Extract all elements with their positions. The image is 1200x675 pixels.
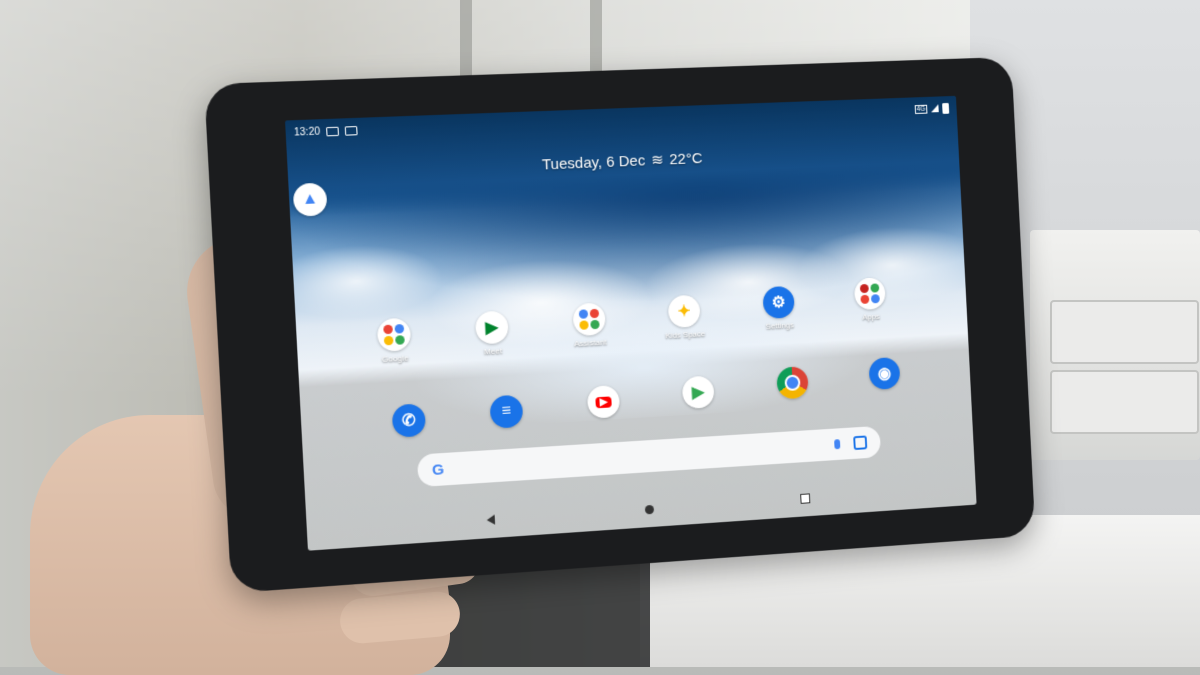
assistant-icon xyxy=(572,302,606,336)
app-google-folder[interactable]: Google xyxy=(362,317,426,365)
lens-icon[interactable] xyxy=(853,435,867,450)
glance-temperature[interactable]: 22°C xyxy=(669,150,703,168)
meet-icon: ▶ xyxy=(475,310,509,344)
youtube-icon: ▶ xyxy=(587,385,621,419)
tablet-device: 13:20 4G Tuesday, 6 Dec ≋ 22°C ▲ Google … xyxy=(204,57,1035,593)
app-assistant[interactable]: Assistant xyxy=(558,302,620,349)
google-logo-icon: G xyxy=(432,461,445,479)
glance-date[interactable]: Tuesday, 6 Dec xyxy=(542,152,646,173)
dock-camera[interactable]: ◉ xyxy=(855,356,914,391)
apps-folder-icon xyxy=(854,277,886,310)
app-meet[interactable]: ▶ Meet xyxy=(461,310,524,358)
dock-messages[interactable]: ≡ xyxy=(475,394,537,430)
gmail-icon xyxy=(345,126,358,136)
cabinet-drawer xyxy=(1050,370,1199,434)
app-apps-folder[interactable]: Apps xyxy=(840,277,900,323)
messages-icon: ≡ xyxy=(489,395,523,429)
network-type: 4G xyxy=(914,104,927,113)
recents-icon[interactable] xyxy=(800,493,810,504)
cabinet-drawer xyxy=(1050,300,1199,364)
dock-play-store[interactable]: ▶ xyxy=(668,375,729,410)
dock-chrome[interactable] xyxy=(763,365,823,400)
weather-icon: ≋ xyxy=(651,151,664,169)
play-store-icon: ▶ xyxy=(682,375,715,409)
folder-icon xyxy=(377,318,412,352)
settings-icon: ⚙ xyxy=(762,286,795,319)
battery-icon xyxy=(942,102,949,113)
dock-youtube[interactable]: ▶ xyxy=(573,384,634,420)
notification-icon xyxy=(326,126,339,136)
tablet-screen: 13:20 4G Tuesday, 6 Dec ≋ 22°C ▲ Google … xyxy=(285,96,977,551)
signal-icon xyxy=(931,104,939,112)
dock-phone[interactable]: ✆ xyxy=(377,402,440,438)
camera-icon: ◉ xyxy=(868,357,900,390)
home-icon[interactable] xyxy=(644,504,653,514)
chrome-icon xyxy=(776,366,809,399)
app-settings[interactable]: ⚙ Settings xyxy=(749,285,809,332)
back-icon[interactable] xyxy=(486,515,495,526)
google-one-icon: ▲ xyxy=(293,183,328,217)
phone-icon: ✆ xyxy=(392,403,427,437)
app-kids-space[interactable]: ✦ Kids Space xyxy=(654,294,715,341)
app-google-one[interactable]: ▲ xyxy=(285,182,342,217)
kids-space-icon: ✦ xyxy=(668,295,701,328)
google-search-bar[interactable]: G xyxy=(417,426,881,487)
navigation-bar xyxy=(306,470,977,551)
mic-icon[interactable] xyxy=(834,439,840,449)
status-time: 13:20 xyxy=(294,126,321,138)
